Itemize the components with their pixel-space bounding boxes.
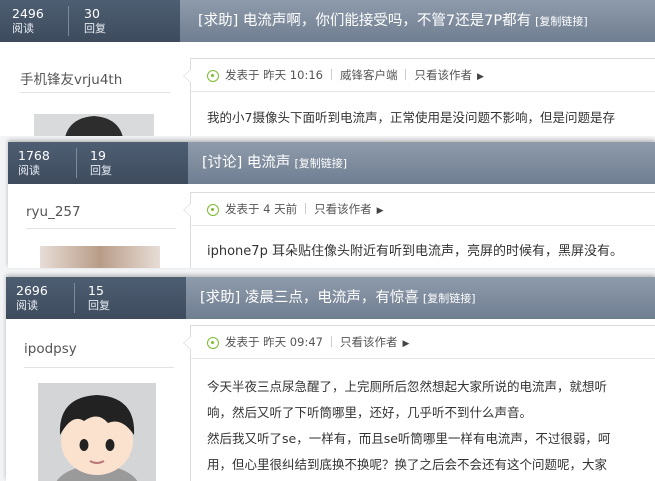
post-meta: 发表于 昨天 10:16 威锋客户端 只看该作者 ▶ (207, 67, 484, 83)
copy-link[interactable]: [复制链接] (423, 292, 476, 305)
post-text: 今天半夜三点尿急醒了，上完厕所后忽然想起大家所说的电流声，就想听 响，然后又听了… (207, 374, 610, 478)
view-label: 阅读 (16, 299, 38, 312)
post-line: 今天半夜三点尿急醒了，上完厕所后忽然想起大家所说的电流声，就想听 (207, 379, 608, 394)
author-divider (20, 92, 170, 93)
author-only-link[interactable]: 只看该作者 (340, 335, 398, 349)
author-name[interactable]: 手机锋友vrju4th (20, 68, 122, 88)
view-label: 阅读 (18, 164, 40, 177)
post-time: 发表于 昨天 10:16 (225, 68, 323, 82)
thread-header: 2696 阅读 15 回复 [求助] 凌晨三点，电流声，有惊喜 [复制链接] (6, 277, 655, 319)
thread-card: 2696 阅读 15 回复 [求助] 凌晨三点，电流声，有惊喜 [复制链接] ipod… (6, 277, 655, 481)
meta-separator (330, 69, 332, 80)
thread-title-text[interactable]: [求助] 凌晨三点，电流声，有惊喜 (200, 290, 419, 306)
reply-count: 15 (88, 283, 104, 298)
triangle-right-icon[interactable]: ▶ (377, 206, 384, 216)
thread-title-text[interactable]: [讨论] 电流声 (202, 155, 290, 171)
post-divider (191, 91, 655, 92)
author-name[interactable]: ipodpsy (24, 341, 77, 357)
view-count: 2696 (16, 283, 48, 298)
post-time: 发表于 昨天 09:47 (225, 335, 323, 349)
post-line: iphone7p 耳朵贴住像头附近有听到电流声，亮屏的时候有，黑屏没有。 (207, 244, 623, 259)
thread-header: 2496 阅读 30 回复 [求助] 电流声啊，你们能接受吗，不管7还是7P都有 [复… (0, 0, 655, 42)
post-meta: 发表于 昨天 09:47 只看该作者 ▶ (207, 334, 409, 350)
avatar[interactable] (34, 114, 154, 136)
post-line: 我的小7摄像头下面听到电流声，正常使用是没问题不影响，但是问题是存 (207, 110, 615, 125)
clock-circle-icon (207, 204, 219, 216)
post-divider (191, 358, 655, 359)
avatar[interactable] (40, 246, 160, 268)
author-only-link[interactable]: 只看该作者 (414, 68, 472, 82)
stats-divider (74, 283, 75, 313)
reply-count: 30 (84, 6, 100, 21)
post-line: 响，然后又听了下听筒哪里，还好，几乎听不到什么声音。 (207, 405, 533, 420)
triangle-right-icon[interactable]: ▶ (402, 339, 409, 349)
triangle-right-icon[interactable]: ▶ (477, 72, 484, 82)
author-name[interactable]: ryu_257 (26, 204, 81, 220)
meta-separator (330, 336, 332, 347)
meta-separator (305, 203, 307, 214)
thread-title[interactable]: [求助] 凌晨三点，电流声，有惊喜 [复制链接] (200, 277, 476, 319)
avatar-image (38, 383, 156, 481)
author-only-link[interactable]: 只看该作者 (314, 202, 372, 216)
stats-divider (68, 6, 69, 36)
post-body: 发表于 昨天 09:47 只看该作者 ▶ 今天半夜三点尿急醒了，上完厕所后忽然想起大… (183, 325, 655, 481)
stats-divider (76, 148, 77, 178)
post-divider (191, 225, 655, 226)
author-divider (24, 367, 174, 368)
reply-count: 19 (90, 148, 106, 163)
clock-circle-icon (207, 70, 219, 82)
post-meta: 发表于 4 天前 只看该作者 ▶ (207, 201, 384, 217)
copy-link[interactable]: [复制链接] (535, 15, 588, 28)
post-text: iphone7p 耳朵贴住像头附近有听到电流声，亮屏的时候有，黑屏没有。 (207, 239, 623, 265)
thread-stats: 2496 阅读 30 回复 (0, 0, 180, 42)
thread-card: 2496 阅读 30 回复 [求助] 电流声啊，你们能接受吗，不管7还是7P都有 [复… (0, 0, 655, 136)
author-divider (26, 228, 176, 229)
reply-label: 回复 (84, 22, 106, 35)
view-count: 2496 (12, 6, 44, 21)
avatar[interactable] (38, 383, 156, 481)
thread-stats: 2696 阅读 15 回复 (6, 277, 186, 319)
client-link[interactable]: 威锋客户端 (340, 68, 398, 82)
post-text: 我的小7摄像头下面听到电流声，正常使用是没问题不影响，但是问题是存 (207, 105, 615, 131)
post-body: 发表于 昨天 10:16 威锋客户端 只看该作者 ▶ 我的小7摄像头下面听到电流声，正… (183, 58, 655, 136)
post-line: 用，但心里很纠结到底换不换呢？换了之后会不会还有这个问题呢，大家 (207, 457, 608, 472)
thread-card: 1768 阅读 19 回复 [讨论] 电流声 [复制链接] ryu_257 发表于 4… (8, 142, 655, 268)
view-label: 阅读 (12, 22, 34, 35)
copy-link[interactable]: [复制链接] (294, 157, 347, 170)
post-time: 发表于 4 天前 (225, 202, 298, 216)
thread-title[interactable]: [讨论] 电流声 [复制链接] (202, 142, 347, 184)
avatar-image (40, 246, 160, 268)
reply-label: 回复 (88, 299, 110, 312)
thread-header: 1768 阅读 19 回复 [讨论] 电流声 [复制链接] (8, 142, 655, 184)
clock-circle-icon (207, 337, 219, 349)
post-line: 然后我又听了se，一样有，而且se听筒哪里一样有电流声，不过很弱，呵 (207, 431, 611, 446)
view-count: 1768 (18, 148, 50, 163)
thread-title-text[interactable]: [求助] 电流声啊，你们能接受吗，不管7还是7P都有 (198, 13, 531, 29)
avatar-image (34, 114, 154, 136)
post-body: 发表于 4 天前 只看该作者 ▶ iphone7p 耳朵贴住像头附近有听到电流声，亮… (183, 192, 655, 268)
thread-title[interactable]: [求助] 电流声啊，你们能接受吗，不管7还是7P都有 [复制链接] (198, 0, 588, 42)
thread-stats: 1768 阅读 19 回复 (8, 142, 188, 184)
reply-label: 回复 (90, 164, 112, 177)
meta-separator (405, 69, 407, 80)
